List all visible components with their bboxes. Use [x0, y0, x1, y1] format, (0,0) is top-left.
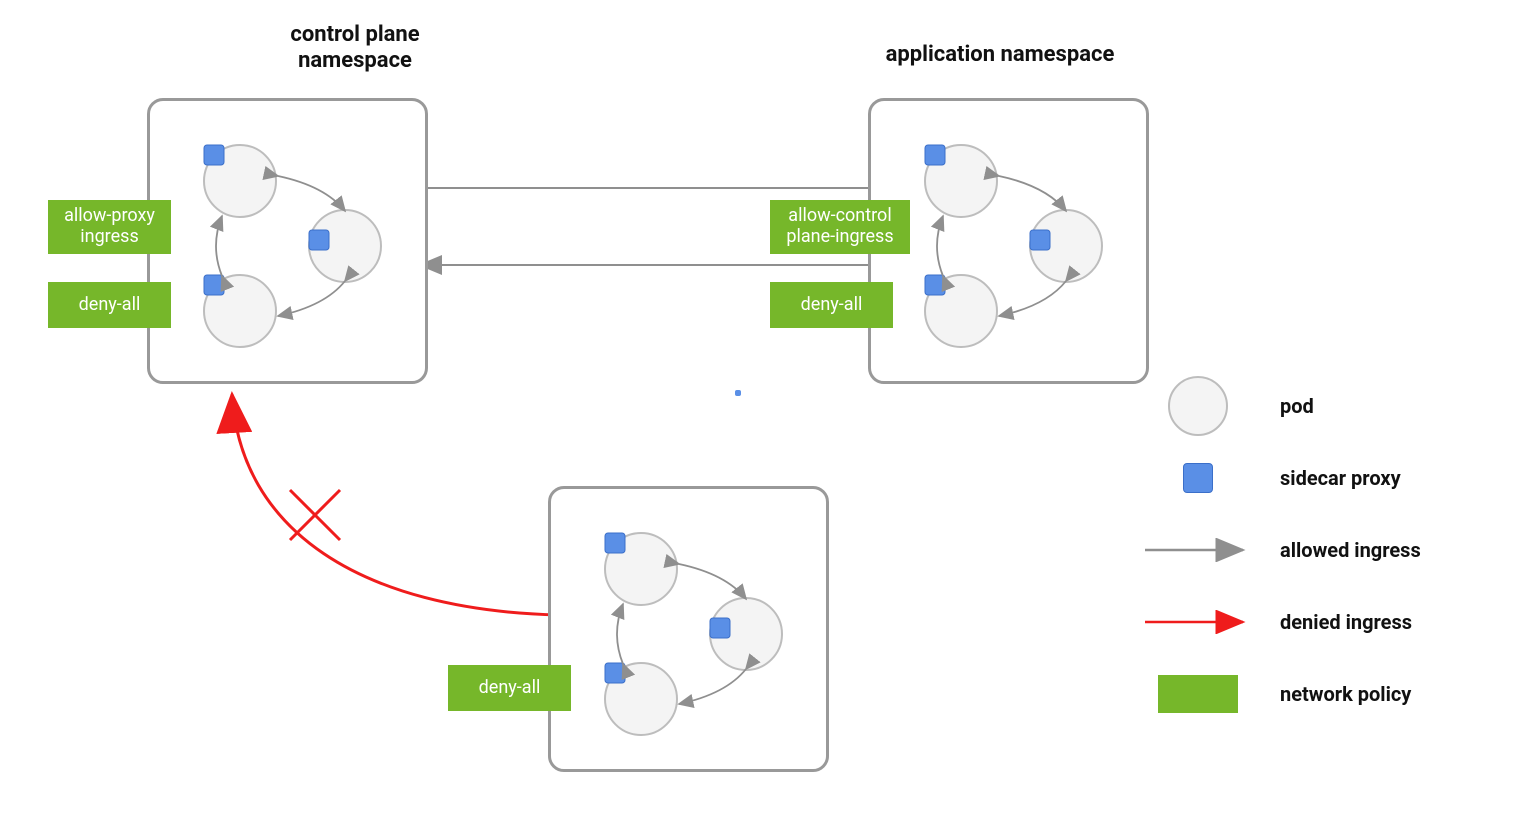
policy-allow-control-plane-ingress: allow-control plane-ingress	[770, 200, 910, 254]
legend-row-policy: network policy	[1138, 658, 1488, 730]
policy-app-deny-all: deny-all	[770, 282, 893, 328]
policy-rogue-deny-all: deny-all	[448, 665, 571, 711]
proxy-icon	[1138, 463, 1258, 493]
legend-row-allowed: allowed ingress	[1138, 514, 1488, 586]
policy-swatch-icon	[1138, 675, 1258, 713]
policy-allow-proxy-ingress: allow-proxy ingress	[48, 200, 171, 254]
control-plane-pods	[150, 101, 425, 381]
policy-cp-deny-all: deny-all	[48, 282, 171, 328]
legend-row-sidecar: sidecar proxy	[1138, 442, 1488, 514]
allowed-arrow-icon	[1138, 538, 1258, 562]
legend-row-denied: denied ingress	[1138, 586, 1488, 658]
legend-label-sidecar: sidecar proxy	[1280, 466, 1401, 490]
application-pods	[871, 101, 1146, 381]
legend-label-allowed: allowed ingress	[1280, 538, 1421, 562]
legend-label-policy: network policy	[1280, 682, 1411, 706]
application-namespace-box	[868, 98, 1149, 384]
pod-icon	[1138, 376, 1258, 436]
stray-dot-icon	[735, 390, 741, 396]
legend: pod sidecar proxy allowed ingress	[1138, 370, 1488, 730]
diagram-stage: control plane namespace application name…	[0, 0, 1518, 814]
legend-row-pod: pod	[1138, 370, 1488, 442]
denied-arrow-icon	[1138, 610, 1258, 634]
legend-label-pod: pod	[1280, 394, 1314, 418]
rogue-pods	[551, 489, 826, 769]
control-plane-namespace-box	[147, 98, 428, 384]
legend-label-denied: denied ingress	[1280, 610, 1412, 634]
rogue-namespace-box	[548, 486, 829, 772]
